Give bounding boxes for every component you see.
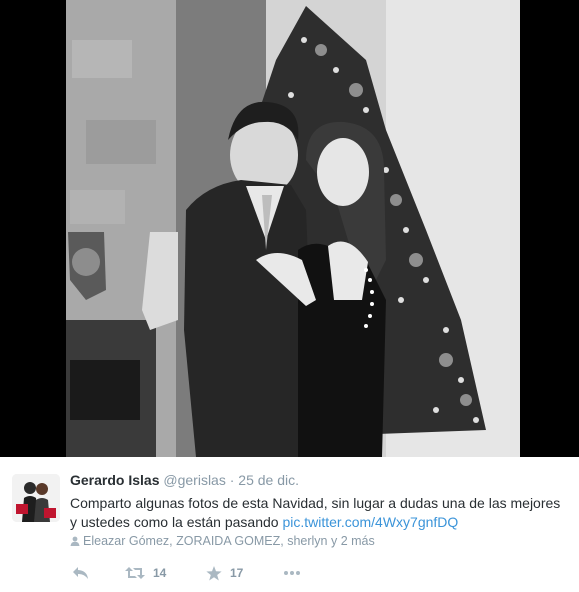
avatar[interactable]	[12, 474, 60, 522]
photo-illustration	[66, 0, 520, 457]
tweet-media[interactable]	[0, 0, 579, 457]
retweet-icon	[125, 567, 145, 579]
reply-icon	[73, 567, 88, 579]
tweet-text-line: Comparto algunas fotos de esta Navidad, …	[70, 495, 561, 511]
author-name[interactable]: Gerardo Islas	[70, 472, 160, 488]
more-button[interactable]	[283, 563, 301, 583]
author-handle[interactable]: @gerislas	[163, 472, 225, 488]
tweet-text-line: y ustedes como la están pasando pic.twit…	[70, 513, 570, 532]
avatar-image	[12, 474, 60, 522]
tweet-photo[interactable]	[66, 0, 520, 457]
tweet-header: Gerardo Islas @gerislas · 25 de dic.	[70, 472, 299, 488]
reply-button[interactable]	[72, 563, 89, 583]
tweet-text-segment: y ustedes como la están pasando	[70, 514, 279, 530]
more-icon	[284, 571, 300, 575]
retweet-button[interactable]: 14	[125, 563, 166, 583]
tagged-people[interactable]: Eleazar Gómez, ZORAIDA GOMEZ, sherlyn y …	[70, 534, 375, 548]
retweet-count: 14	[153, 566, 167, 580]
tweet-text: Comparto algunas fotos de esta Navidad, …	[70, 494, 570, 532]
tweet-media-link[interactable]: pic.twitter.com/4Wxy7gnfDQ	[282, 514, 458, 530]
favorite-button[interactable]: 17	[206, 563, 243, 583]
tweet: Gerardo Islas @gerislas · 25 de dic. Com…	[0, 457, 579, 592]
favorite-count: 17	[230, 566, 244, 580]
tweet-date[interactable]: 25 de dic.	[238, 472, 299, 488]
star-icon	[206, 565, 222, 580]
header-separator: ·	[229, 472, 235, 488]
person-icon	[70, 536, 80, 546]
tagged-people-text: Eleazar Gómez, ZORAIDA GOMEZ, sherlyn y …	[83, 534, 375, 548]
